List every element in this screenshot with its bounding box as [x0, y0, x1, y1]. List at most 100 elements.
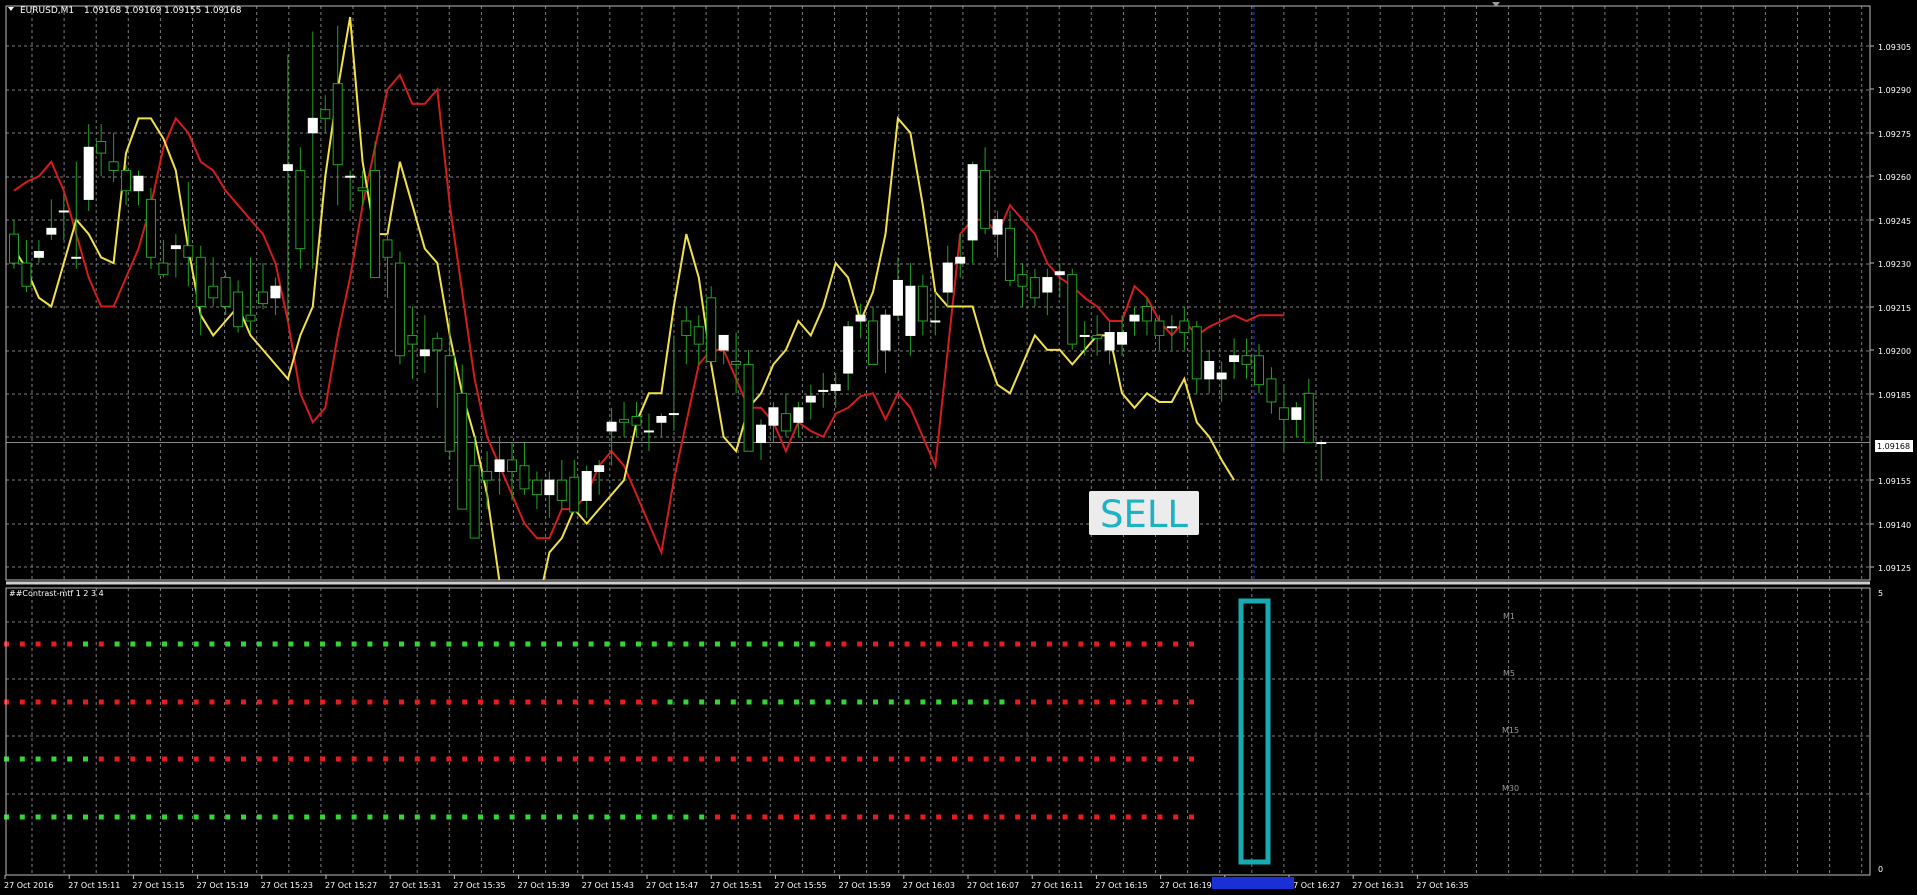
indicator-dot: [335, 699, 341, 705]
indicator-dot: [256, 756, 262, 762]
candle-body: [482, 470, 493, 481]
candle-body: [1266, 378, 1277, 403]
candle-body: [208, 285, 219, 299]
candle-body: [145, 198, 156, 258]
time-axis-label: 27 Oct 15:27: [325, 881, 377, 890]
indicator-dot: [604, 756, 610, 762]
indicator-dot: [225, 641, 231, 647]
indicator-dot: [1078, 699, 1084, 705]
indicator-dot: [588, 756, 594, 762]
candle-body: [731, 360, 742, 365]
indicator-dot: [730, 814, 736, 820]
indicator-dot: [367, 699, 373, 705]
candle-body: [631, 415, 642, 426]
candle-body: [1278, 407, 1289, 420]
indicator-dot: [1141, 814, 1147, 820]
indicator-dot: [1141, 756, 1147, 762]
indicator-dot: [762, 756, 768, 762]
candle-body: [942, 262, 953, 293]
candle-body: [370, 169, 381, 279]
indicator-dot: [1094, 814, 1100, 820]
candle-body: [158, 262, 169, 276]
candle-body: [855, 314, 866, 322]
indicator-dot: [162, 699, 167, 705]
indicator-dot: [304, 756, 310, 762]
indicator-scale-bottom: 0: [1878, 865, 1883, 874]
candle-body: [955, 256, 966, 264]
trading-chart[interactable]: 1.09305 1.09290 1.09275 1.09260 1.09245 1.092…: [0, 0, 1917, 895]
candle-body: [83, 146, 94, 200]
indicator-dot: [572, 814, 578, 820]
candle-body: [1079, 334, 1090, 337]
indicator-dot: [130, 699, 136, 705]
indicator-dot: [920, 641, 926, 647]
indicator-dot: [320, 641, 325, 647]
indicator-dot: [683, 699, 689, 705]
indicator-dot: [983, 756, 989, 762]
indicator-dot: [98, 699, 104, 705]
indicator-dot: [525, 641, 531, 647]
time-axis-label: 27 Oct 15:19: [197, 881, 249, 890]
price-axis-label: 1.09260: [1878, 173, 1911, 182]
indicator-dot: [114, 699, 120, 705]
time-axis-label: 27 Oct 16:35: [1416, 881, 1468, 890]
indicator-dot: [699, 756, 705, 762]
indicator-dot: [193, 814, 199, 820]
candle-body: [1092, 334, 1103, 339]
candle-body: [1191, 326, 1202, 380]
indicator-dot: [1173, 814, 1179, 820]
indicator-dot: [651, 699, 657, 705]
indicator-dot: [888, 641, 894, 647]
candle-body: [457, 392, 468, 510]
candle-body: [531, 479, 542, 496]
price-axis-label: 1.09140: [1878, 521, 1911, 530]
indicator-dot: [383, 756, 389, 762]
indicator-dot: [193, 641, 199, 647]
indicator-dot: [541, 641, 547, 647]
indicator-dot: [967, 756, 973, 762]
indicator-dot: [683, 756, 689, 762]
candle-body: [544, 479, 555, 496]
indicator-dot: [825, 699, 831, 705]
indicator-dot: [525, 699, 531, 705]
indicator-dot: [620, 756, 626, 762]
indicator-dot: [873, 756, 878, 762]
indicator-dot: [825, 814, 831, 820]
candle-body: [419, 349, 430, 357]
indicator-dot: [730, 699, 736, 705]
indicator-dot: [1173, 756, 1179, 762]
candle-body: [170, 245, 181, 250]
indicator-dot: [209, 756, 215, 762]
indicator-row-label-m5: M5: [1503, 669, 1515, 678]
indicator-dot: [778, 756, 784, 762]
indicator-dot: [67, 814, 73, 820]
indicator-dot: [1078, 641, 1084, 647]
indicator-dot: [272, 756, 278, 762]
indicator-dot: [335, 814, 341, 820]
candle-body: [980, 169, 991, 229]
candle-body: [1229, 355, 1240, 362]
candle-body: [108, 161, 119, 171]
indicator-dot: [762, 641, 768, 647]
indicator-dot: [888, 699, 894, 705]
indicator-dot: [146, 814, 152, 820]
indicator-dot: [936, 814, 942, 820]
indicator-scale-top: 5: [1878, 589, 1883, 598]
indicator-dot: [35, 814, 41, 820]
indicator-dot: [225, 756, 231, 762]
indicator-dot: [1157, 814, 1163, 820]
indicator-dot: [857, 756, 863, 762]
indicator-dot: [667, 699, 673, 705]
indicator-dot: [288, 814, 294, 820]
indicator-dot: [936, 699, 942, 705]
indicator-dot: [1141, 699, 1147, 705]
indicator-dot: [746, 756, 752, 762]
indicator-dot: [841, 699, 847, 705]
candle-body: [494, 459, 505, 472]
indicator-dot: [414, 756, 420, 762]
indicator-dot: [130, 756, 136, 762]
indicator-dot: [1031, 699, 1036, 705]
time-axis-label: 27 Oct 15:35: [453, 881, 505, 890]
candle-body: [1179, 320, 1190, 334]
candle-body: [818, 389, 829, 392]
